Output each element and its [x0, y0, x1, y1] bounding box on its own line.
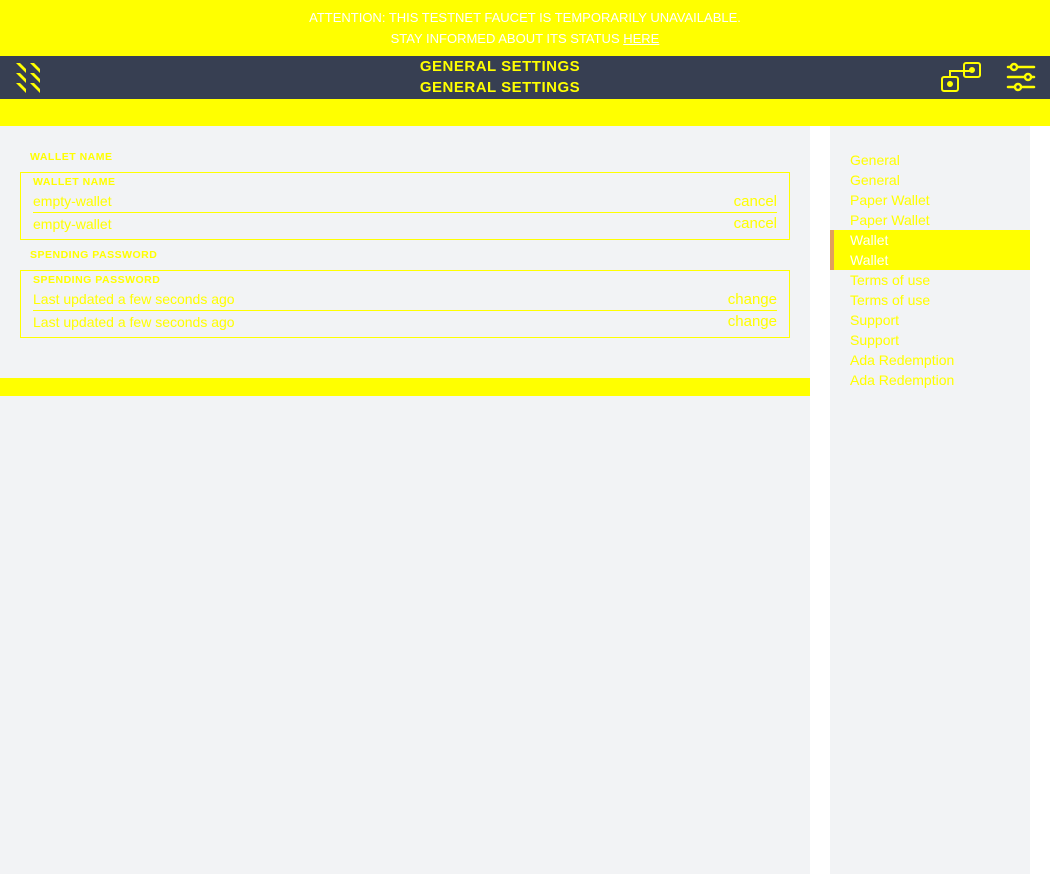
wallet-name-cancel-dup[interactable]: cancel: [734, 215, 777, 232]
title-wrap: GENERAL SETTINGS GENERAL SETTINGS: [60, 56, 940, 98]
sidebar-item-paper-wallet-3[interactable]: Paper Wallet: [830, 210, 1030, 230]
spending-password-inner-label: SPENDING PASSWORD: [33, 271, 777, 289]
sidebar-item-wallet-5[interactable]: Wallet: [830, 250, 1030, 270]
main-panel: WALLET NAME WALLET NAME empty-wallet can…: [0, 126, 810, 874]
sidebar-item-ada-redemption-11[interactable]: Ada Redemption: [830, 370, 1030, 390]
spending-password-block: SPENDING PASSWORD SPENDING PASSWORD Last…: [20, 244, 790, 338]
app-logo[interactable]: [0, 59, 60, 95]
sub-bar: [0, 99, 1050, 126]
divider-stripe: [0, 378, 810, 396]
sidebar-item-ada-redemption-10[interactable]: Ada Redemption: [830, 350, 1030, 370]
banner-line1: ATTENTION: THIS TESTNET FAUCET IS TEMPOR…: [0, 8, 1050, 29]
wallet-name-box: WALLET NAME empty-wallet cancel empty-wa…: [20, 172, 790, 240]
spending-password-box: SPENDING PASSWORD Last updated a few sec…: [20, 270, 790, 338]
wallet-name-inner-label: WALLET NAME: [33, 173, 777, 191]
sidebar-item-support-8[interactable]: Support: [830, 310, 1030, 330]
wallets-icon[interactable]: [940, 59, 984, 95]
sidebar-item-terms-of-use-6[interactable]: Terms of use: [830, 270, 1030, 290]
spending-password-value: Last updated a few seconds ago: [33, 291, 728, 307]
sidebar-item-paper-wallet-2[interactable]: Paper Wallet: [830, 190, 1030, 210]
topbar-icons: [940, 59, 1050, 95]
sidebar-item-general-1[interactable]: General: [830, 170, 1030, 190]
spending-password-outer-label: SPENDING PASSWORD: [30, 244, 790, 266]
sidebar-item-general-0[interactable]: General: [830, 150, 1030, 170]
banner-status-link[interactable]: HERE: [623, 31, 659, 46]
spending-password-change-dup[interactable]: change: [728, 313, 777, 330]
page-title-dup: GENERAL SETTINGS: [60, 77, 940, 98]
spending-password-change[interactable]: change: [728, 291, 777, 308]
wallet-name-block: WALLET NAME WALLET NAME empty-wallet can…: [20, 146, 790, 240]
sidebar-item-wallet-4[interactable]: Wallet: [830, 230, 1030, 250]
spending-password-value-dup: Last updated a few seconds ago: [33, 314, 728, 330]
wallet-name-value-dup[interactable]: empty-wallet: [33, 216, 734, 232]
banner-line2: STAY INFORMED ABOUT ITS STATUS HERE: [0, 29, 1050, 50]
sidebar-item-support-9[interactable]: Support: [830, 330, 1030, 350]
sidebar-item-terms-of-use-7[interactable]: Terms of use: [830, 290, 1030, 310]
page-title: GENERAL SETTINGS: [60, 56, 940, 77]
top-bar: GENERAL SETTINGS GENERAL SETTINGS: [0, 56, 1050, 99]
status-banner: ATTENTION: THIS TESTNET FAUCET IS TEMPOR…: [0, 0, 1050, 56]
wallet-name-value[interactable]: empty-wallet: [33, 193, 734, 209]
wallet-name-cancel[interactable]: cancel: [734, 193, 777, 210]
wallet-name-outer-label: WALLET NAME: [30, 146, 790, 168]
settings-icon[interactable]: [1004, 59, 1038, 95]
settings-sidebar: GeneralGeneralPaper WalletPaper WalletWa…: [830, 126, 1030, 874]
